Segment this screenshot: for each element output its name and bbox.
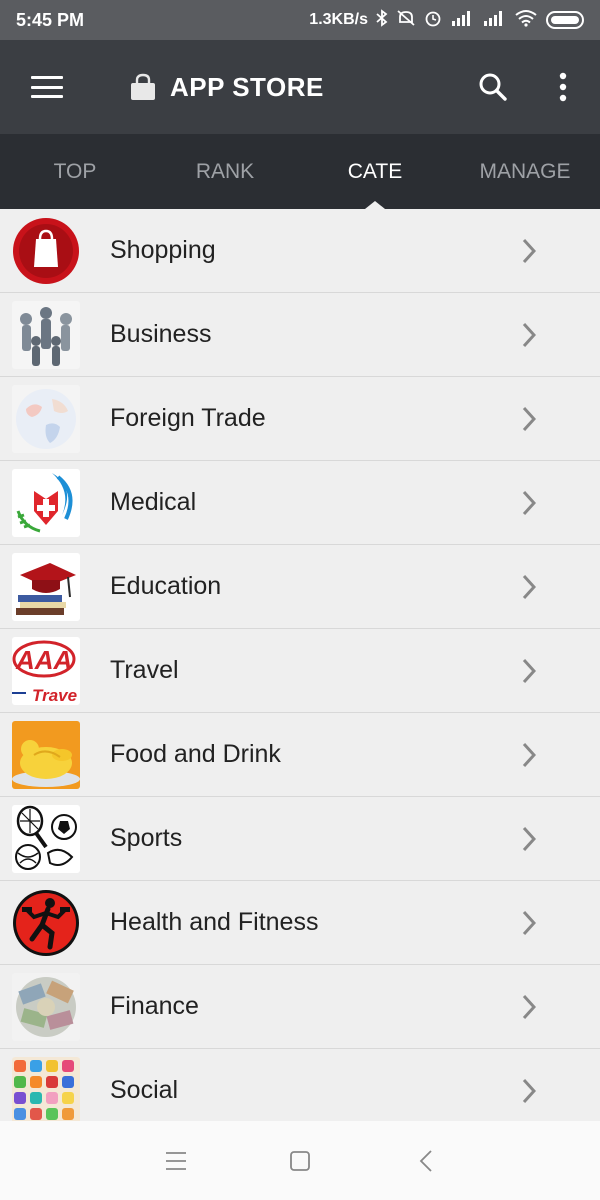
alarm-icon — [424, 9, 442, 32]
category-tabs: TOP RANK CATE MANAGE — [0, 134, 600, 209]
app-grid-icon — [12, 1056, 80, 1121]
app-bar: APP STORE — [0, 40, 600, 134]
chevron-right-icon — [522, 1078, 536, 1104]
status-icons: 1.3KB/s — [309, 8, 584, 32]
tab-cate[interactable]: CATE — [300, 134, 450, 209]
system-nav-bar — [0, 1121, 600, 1200]
status-bar: 5:45 PM 1.3KB/s — [0, 0, 600, 40]
sports-balls-icon — [12, 804, 80, 873]
app-title: APP STORE — [170, 71, 324, 102]
recents-icon — [166, 1152, 186, 1170]
chevron-right-icon — [522, 826, 536, 852]
medical-cross-icon — [12, 468, 80, 537]
list-item-label: Social — [110, 1076, 179, 1104]
money-notes-icon — [12, 972, 80, 1041]
list-item-label: Finance — [110, 992, 199, 1020]
list-item-label: Education — [110, 572, 222, 600]
list-item[interactable]: AAA Trave Travel — [0, 629, 600, 713]
list-item[interactable]: Foreign Trade — [0, 377, 600, 461]
list-item-label: Health and Fitness — [110, 908, 319, 936]
status-time: 5:45 PM — [16, 9, 85, 30]
tab-rank[interactable]: RANK — [150, 134, 300, 209]
roast-chicken-icon — [12, 720, 80, 789]
list-item-label: Sports — [110, 824, 183, 852]
bag-icon — [131, 73, 155, 100]
chevron-right-icon — [522, 574, 536, 600]
app-title-group: APP STORE — [128, 72, 324, 103]
list-item[interactable]: Finance — [0, 965, 600, 1049]
search-button[interactable] — [470, 64, 516, 110]
list-item-label: Travel — [110, 656, 179, 684]
graduation-cap-icon — [12, 552, 80, 621]
network-speed: 1.3KB/s — [309, 11, 368, 28]
chevron-right-icon — [522, 994, 536, 1020]
menu-icon — [31, 76, 63, 98]
back-icon — [419, 1150, 432, 1172]
business-people-icon — [12, 300, 80, 369]
list-item[interactable]: Shopping — [0, 209, 600, 293]
aaa-travel-icon: AAA Trave — [12, 636, 80, 705]
list-item-label: Medical — [110, 488, 197, 516]
runner-icon — [12, 889, 80, 957]
home-button[interactable] — [280, 1141, 320, 1181]
list-item[interactable]: Education — [0, 545, 600, 629]
list-item[interactable]: Medical — [0, 461, 600, 545]
wifi-icon — [514, 9, 538, 32]
list-item-label: Shopping — [110, 236, 216, 264]
list-item[interactable]: Sports — [0, 797, 600, 881]
globe-icon — [12, 384, 80, 453]
list-item[interactable]: Business — [0, 293, 600, 377]
chevron-right-icon — [522, 742, 536, 768]
bluetooth-icon — [376, 8, 388, 32]
svg-text:AAA: AAA — [15, 645, 72, 675]
list-item[interactable]: Social — [0, 1049, 600, 1121]
category-list: Shopping Business Foreign Trade Medical … — [0, 209, 600, 1121]
chevron-right-icon — [522, 406, 536, 432]
svg-text:Trave: Trave — [32, 686, 77, 705]
chevron-right-icon — [522, 658, 536, 684]
shopping-bag-icon — [12, 217, 80, 285]
list-item[interactable]: Food and Drink — [0, 713, 600, 797]
mute-icon — [396, 9, 416, 32]
list-item-label: Foreign Trade — [110, 404, 266, 432]
recents-button[interactable] — [156, 1141, 196, 1181]
chevron-right-icon — [522, 490, 536, 516]
battery-icon — [546, 11, 584, 29]
more-options-button[interactable] — [540, 64, 586, 110]
home-icon — [290, 1151, 310, 1171]
signal-hd-icon — [482, 9, 506, 32]
more-vert-icon — [559, 72, 567, 102]
back-button[interactable] — [406, 1141, 446, 1181]
list-item[interactable]: Health and Fitness — [0, 881, 600, 965]
tab-manage[interactable]: MANAGE — [450, 134, 600, 209]
tab-top[interactable]: TOP — [0, 134, 150, 209]
signal-hd-icon — [450, 9, 474, 32]
chevron-right-icon — [522, 322, 536, 348]
menu-button[interactable] — [0, 40, 94, 134]
list-item-label: Business — [110, 320, 212, 348]
chevron-right-icon — [522, 910, 536, 936]
search-icon — [479, 73, 507, 101]
list-item-label: Food and Drink — [110, 740, 281, 768]
chevron-right-icon — [522, 238, 536, 264]
